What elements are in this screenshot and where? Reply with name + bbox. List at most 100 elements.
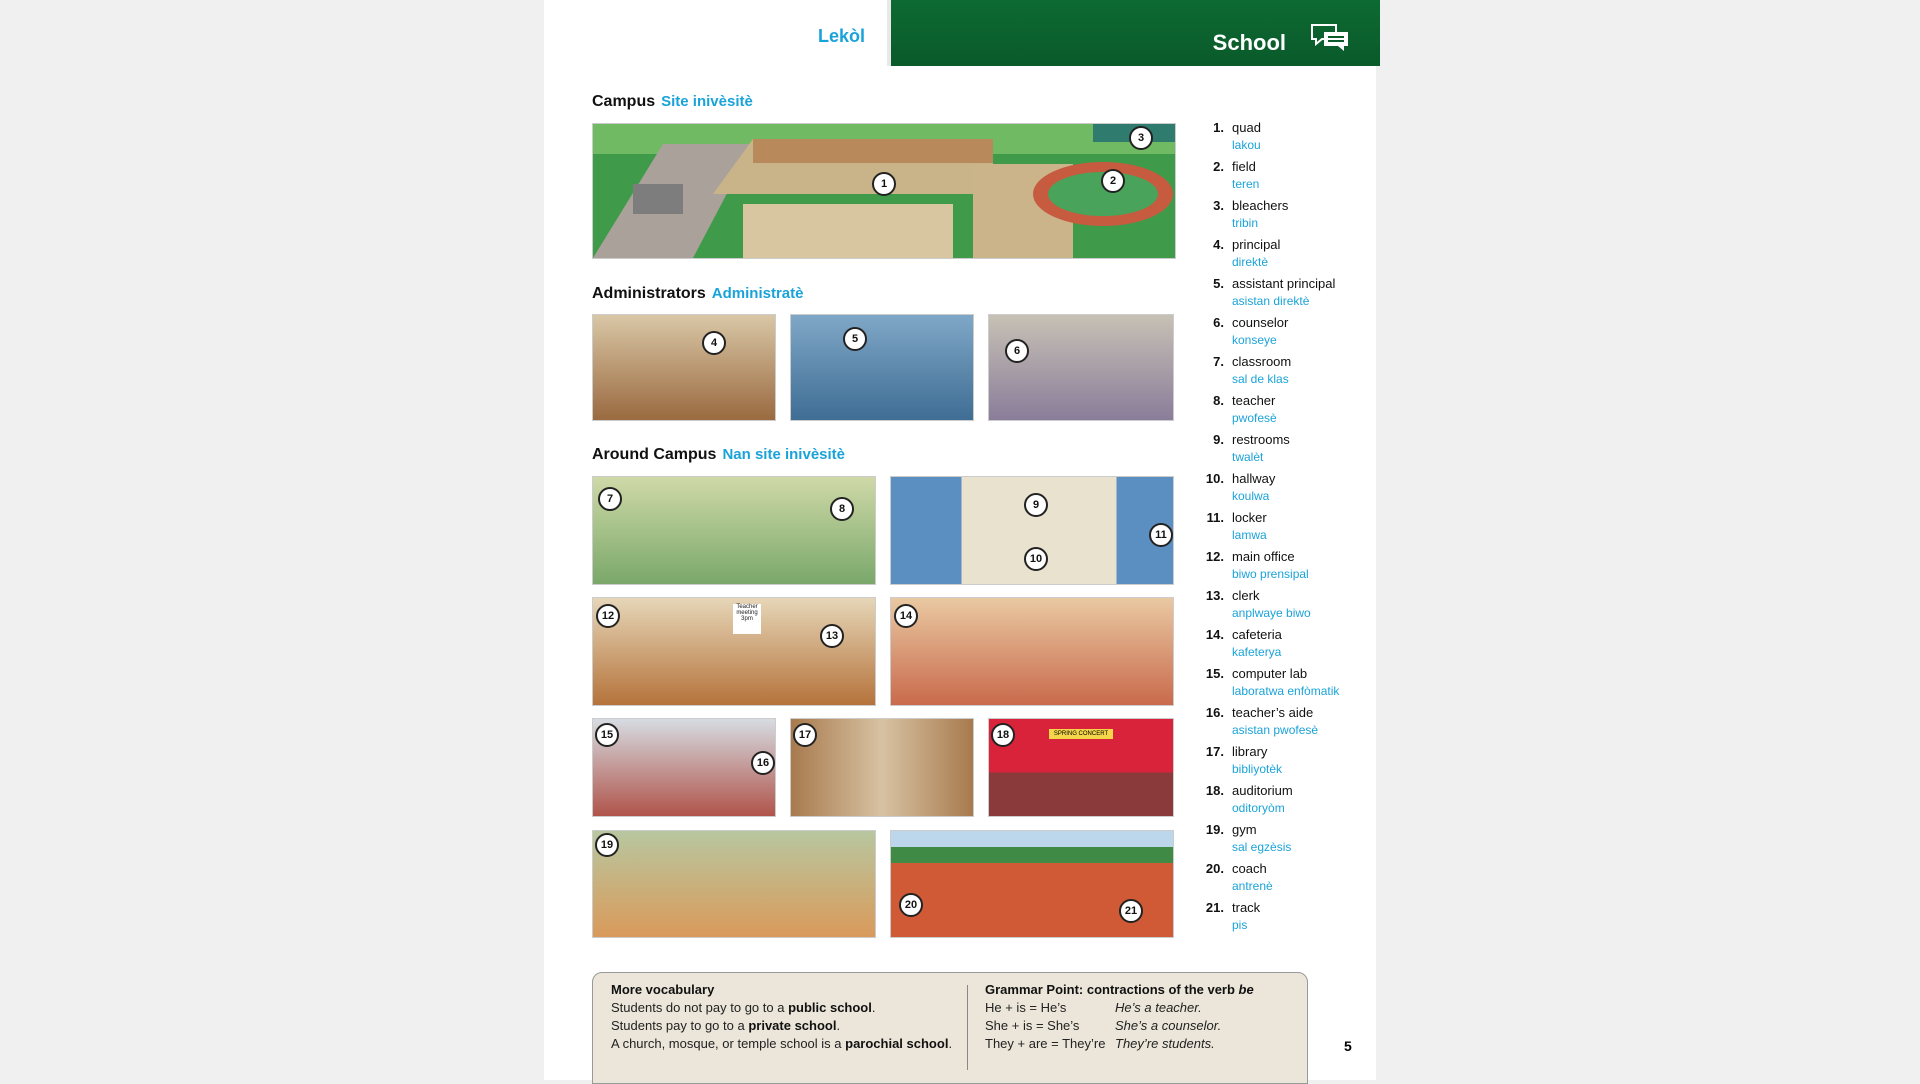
vocab-english: computer lab (1232, 666, 1308, 681)
textbook-page: Lekòl School Campus Site inivèsitè 1 2 3… (544, 0, 1380, 1084)
section-title-en: Campus (592, 93, 656, 110)
vocab-number: 6. (1213, 315, 1224, 330)
vocab-item: 11. locker lamwa (1192, 510, 1372, 549)
vocab-creole: anplwaye biwo (1232, 606, 1311, 620)
vocab-number: 15. (1205, 666, 1224, 681)
vocab-number: 1. (1213, 120, 1224, 135)
vocab-english: assistant principal (1232, 276, 1336, 291)
vocab-item: 3. bleachers tribin (1192, 198, 1372, 237)
vocab-creole: lamwa (1232, 528, 1267, 542)
vocab-creole: pwofesè (1232, 411, 1277, 425)
callout-7: 7 (598, 487, 622, 511)
callout-16: 16 (751, 751, 775, 775)
vocab-number: 14. (1205, 627, 1224, 642)
vocab-creole: kafeterya (1232, 645, 1282, 659)
vocab-english: teacher’s aide (1232, 705, 1314, 720)
mv-line2a: Students pay to go to a (611, 1018, 749, 1033)
section-around-campus: Around Campus Nan site inivèsitè (592, 446, 845, 464)
callout-15: 15 (595, 723, 619, 747)
vocab-number: 5. (1213, 276, 1224, 291)
callout-8: 8 (830, 497, 854, 521)
vocab-number: 17. (1205, 744, 1224, 759)
auditorium-illustration: 18 SPRING CONCERT (988, 718, 1174, 817)
vocab-item: 6. counselor konseye (1192, 315, 1372, 354)
meeting-sign: Teacher meeting 3pm (733, 604, 761, 634)
grammar-title: Grammar Point: contractions of the verb (985, 982, 1239, 997)
vocab-creole: teren (1232, 177, 1260, 191)
header-title-english: School (1212, 30, 1286, 55)
computer-lab-illustration: 15 16 (592, 718, 776, 817)
callout-21: 21 (1119, 899, 1143, 923)
vocab-creole: asistan direktè (1232, 294, 1310, 308)
vocab-number: 3. (1213, 198, 1224, 213)
vocab-item: 9. restrooms twalèt (1192, 432, 1372, 471)
vocab-creole: koulwa (1232, 489, 1270, 503)
principal-illustration: 4 (592, 314, 776, 421)
vocab-item: 14. cafeteria kafeterya (1192, 627, 1372, 666)
vocab-number: 16. (1205, 705, 1224, 720)
classroom-illustration: 7 8 (592, 476, 876, 585)
vocab-english: library (1232, 744, 1268, 759)
callout-19: 19 (595, 833, 619, 857)
vocab-creole: twalèt (1232, 450, 1264, 464)
grammar-title-em: be (1238, 982, 1254, 997)
vocab-number: 2. (1213, 159, 1224, 174)
more-vocabulary-box: More vocabulary Students do not pay to g… (592, 972, 1308, 1084)
mv-line1b: public school (788, 1000, 872, 1015)
callout-5: 5 (843, 327, 867, 351)
grammar-row-3b: They’re students. (1115, 1036, 1215, 1051)
more-vocabulary: More vocabulary Students do not pay to g… (611, 981, 952, 1053)
vocab-number: 19. (1205, 822, 1224, 837)
vocab-number: 9. (1213, 432, 1224, 447)
mv-line2b: private school (748, 1018, 837, 1033)
vocab-number: 13. (1205, 588, 1224, 603)
mv-line2c: . (836, 1018, 841, 1033)
vocab-creole: laboratwa enfòmatik (1232, 684, 1340, 698)
vocab-number: 7. (1213, 354, 1224, 369)
section-title-ht: Administratè (711, 285, 804, 302)
concert-banner: SPRING CONCERT (1049, 729, 1113, 739)
vocab-english: hallway (1232, 471, 1276, 486)
vocab-item: 1. quad lakou (1192, 120, 1372, 159)
callout-13: 13 (820, 624, 844, 648)
grammar-row-1b: He’s a teacher. (1115, 1000, 1202, 1015)
vocab-creole: sal de klas (1232, 372, 1289, 386)
section-title-ht: Site inivèsitè (661, 93, 753, 110)
vocab-english: main office (1232, 549, 1295, 564)
vocab-number: 18. (1205, 783, 1224, 798)
vocab-item: 17. library bibliyotèk (1192, 744, 1372, 783)
callout-10: 10 (1024, 547, 1048, 571)
vocab-english: track (1232, 900, 1261, 915)
header-left: Lekòl (544, 0, 887, 66)
vocab-number: 12. (1205, 549, 1224, 564)
vocab-number: 10. (1205, 471, 1224, 486)
vocab-item: 7. classroom sal de klas (1192, 354, 1372, 393)
vocab-creole: tribin (1232, 216, 1259, 230)
vocab-item: 8. teacher pwofesè (1192, 393, 1372, 432)
main-office-illustration: 12 13 Teacher meeting 3pm (592, 597, 876, 706)
callout-17: 17 (793, 723, 817, 747)
callout-11: 11 (1149, 523, 1173, 547)
vocab-english: classroom (1232, 354, 1292, 369)
vocab-english: bleachers (1232, 198, 1289, 213)
library-illustration: 17 (790, 718, 974, 817)
grammar-row-1a: He + is = He’s (985, 1000, 1067, 1015)
vocabulary-list: 1. quad lakou 2. field teren 3. bleachers tribin… (1192, 120, 1372, 939)
vocab-creole: antrenè (1232, 879, 1273, 893)
grammar-row-2a: She + is = She’s (985, 1018, 1080, 1033)
vocab-english: cafeteria (1232, 627, 1282, 642)
vocab-item: 19. gym sal egzèsis (1192, 822, 1372, 861)
vocab-english: auditorium (1232, 783, 1293, 798)
section-title-en: Around Campus (592, 446, 717, 463)
divider (967, 985, 968, 1070)
vocab-item: 12. main office biwo prensipal (1192, 549, 1372, 588)
hallway-illustration: 9 10 11 (890, 476, 1174, 585)
mv-line3c: . (948, 1036, 953, 1051)
vocab-english: quad (1232, 120, 1261, 135)
callout-12: 12 (596, 604, 620, 628)
vocab-item: 15. computer lab laboratwa enfòmatik (1192, 666, 1372, 705)
callout-6: 6 (1005, 339, 1029, 363)
vocab-number: 20. (1205, 861, 1224, 876)
vocab-number: 8. (1213, 393, 1224, 408)
vocab-english: teacher (1232, 393, 1276, 408)
